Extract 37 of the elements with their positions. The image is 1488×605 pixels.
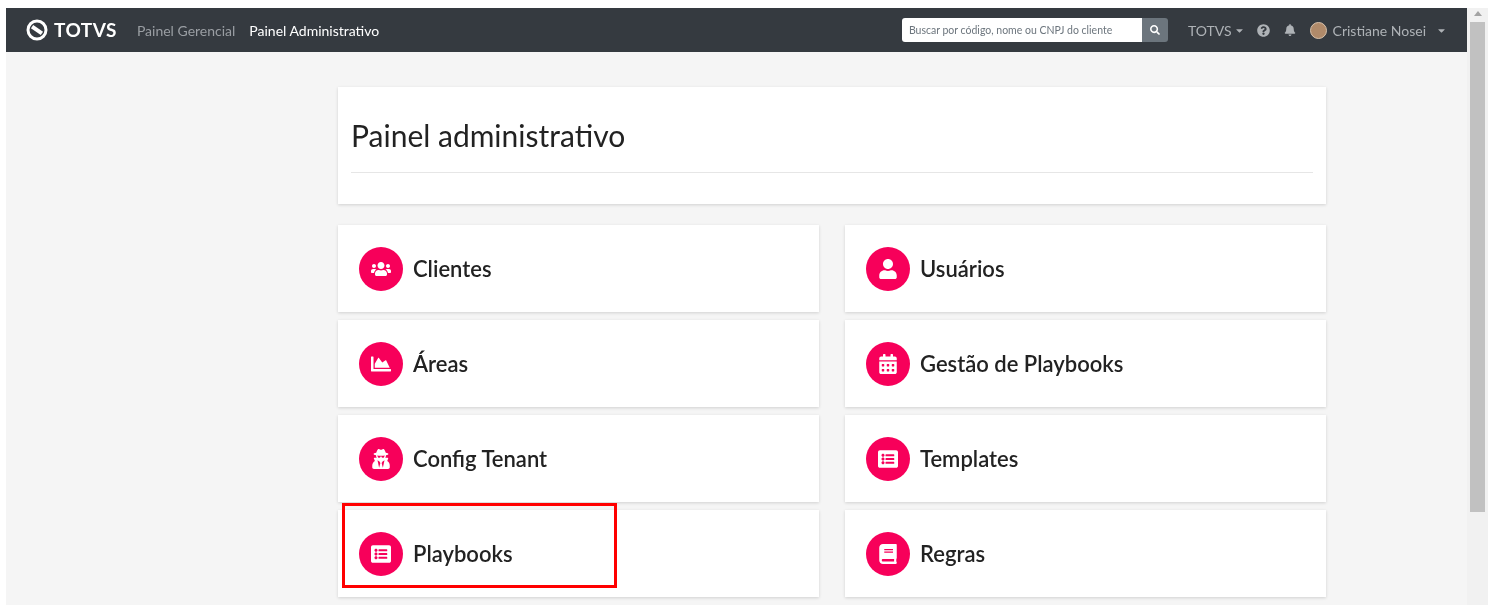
- book-icon: [878, 543, 898, 564]
- menu-card[interactable]: Clientes: [338, 225, 819, 312]
- card-label: Clientes: [413, 254, 492, 284]
- card-label: Usuários: [920, 254, 1005, 284]
- card-label: Templates: [920, 444, 1019, 474]
- spy-icon: [371, 448, 391, 469]
- scrollbar[interactable]: [1467, 8, 1488, 605]
- org-dropdown[interactable]: TOTVS: [1187, 19, 1245, 41]
- menu-card[interactable]: Config Tenant: [338, 415, 819, 502]
- menu-card[interactable]: Usuários: [845, 225, 1326, 312]
- card-label: Gestão de Playbooks: [920, 349, 1124, 379]
- card-label: Áreas: [413, 349, 469, 379]
- calendar-icon: [878, 353, 898, 374]
- page-title: Painel administrativo: [351, 113, 1313, 173]
- card-label: Config Tenant: [413, 444, 548, 474]
- user-icon: [878, 258, 898, 279]
- card-label: Playbooks: [413, 539, 513, 569]
- menu-card[interactable]: Áreas: [338, 320, 819, 407]
- scrollbar-thumb[interactable]: [1470, 22, 1485, 512]
- menu-card[interactable]: Playbooks: [338, 510, 819, 597]
- nav-link[interactable]: Painel Administrativo: [249, 19, 380, 41]
- notification-icon[interactable]: [1283, 24, 1296, 36]
- search-button[interactable]: [1141, 18, 1168, 42]
- menu-card[interactable]: Templates: [845, 415, 1326, 502]
- nav-link[interactable]: Painel Gerencial: [136, 19, 236, 41]
- menu-card[interactable]: Regras: [845, 510, 1326, 597]
- brand-name: TOTVS: [54, 16, 117, 43]
- avatar: [1309, 21, 1327, 39]
- logo-icon: [26, 19, 48, 41]
- menu-card[interactable]: Gestão de Playbooks: [845, 320, 1326, 407]
- search-field[interactable]: Buscar por código, nome ou CNPJ do cliente: [901, 18, 1142, 42]
- list-icon: [371, 543, 391, 564]
- user-menu[interactable]: Cristiane Nosei: [1309, 19, 1447, 41]
- card-label: Regras: [920, 539, 986, 569]
- list-icon: [878, 448, 898, 469]
- search-icon: [1149, 25, 1160, 35]
- help-icon[interactable]: [1256, 23, 1270, 37]
